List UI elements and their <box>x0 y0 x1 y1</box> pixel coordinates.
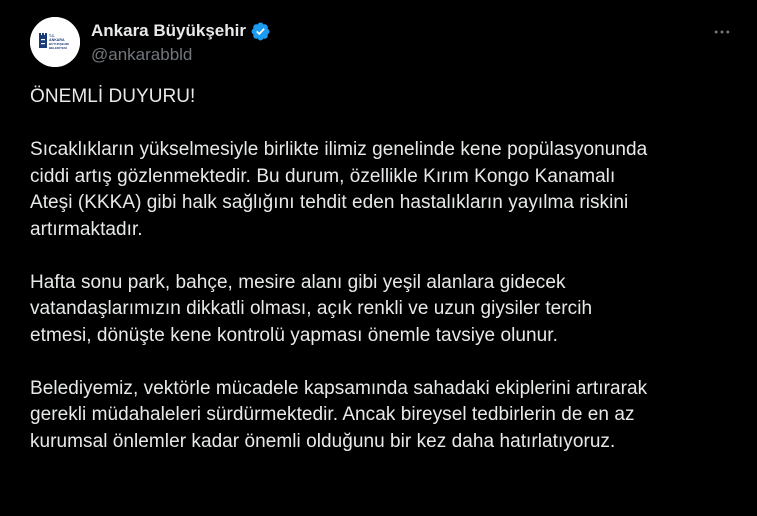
tweet-paragraph-1: Sıcaklıkların yükselmesiyle birlikte ili… <box>30 139 648 240</box>
tweet-text: ÖNEMLİ DUYURU! Sıcaklıkların yükselmesiy… <box>30 84 742 482</box>
avatar-text-4: BELEDİYESİ <box>49 45 67 50</box>
display-name[interactable]: Ankara Büyükşehir <box>91 21 246 41</box>
tweet-header: T.C. ANKARA BÜYÜKŞEHİR BELEDİYESİ Ankara… <box>30 16 739 68</box>
display-name-row: Ankara Büyükşehir <box>91 19 271 43</box>
verified-badge-icon[interactable] <box>250 21 271 42</box>
author-names: Ankara Büyükşehir @ankarabbld <box>91 19 271 65</box>
more-options-button[interactable] <box>705 18 739 46</box>
avatar[interactable]: T.C. ANKARA BÜYÜKŞEHİR BELEDİYESİ <box>30 17 80 67</box>
handle[interactable]: @ankarabbld <box>91 45 271 65</box>
tweet-paragraph-3: Belediyemiz, vektörle mücadele kapsamınd… <box>30 377 648 452</box>
tweet-paragraph-title: ÖNEMLİ DUYURU! <box>30 86 196 107</box>
tweet: T.C. ANKARA BÜYÜKŞEHİR BELEDİYESİ Ankara… <box>0 0 757 516</box>
ankara-municipality-logo-icon: T.C. ANKARA BÜYÜKŞEHİR BELEDİYESİ <box>30 17 80 67</box>
tweet-paragraph-2: Hafta sonu park, bahçe, mesire alanı gib… <box>30 271 593 346</box>
more-horizontal-icon <box>714 30 730 34</box>
